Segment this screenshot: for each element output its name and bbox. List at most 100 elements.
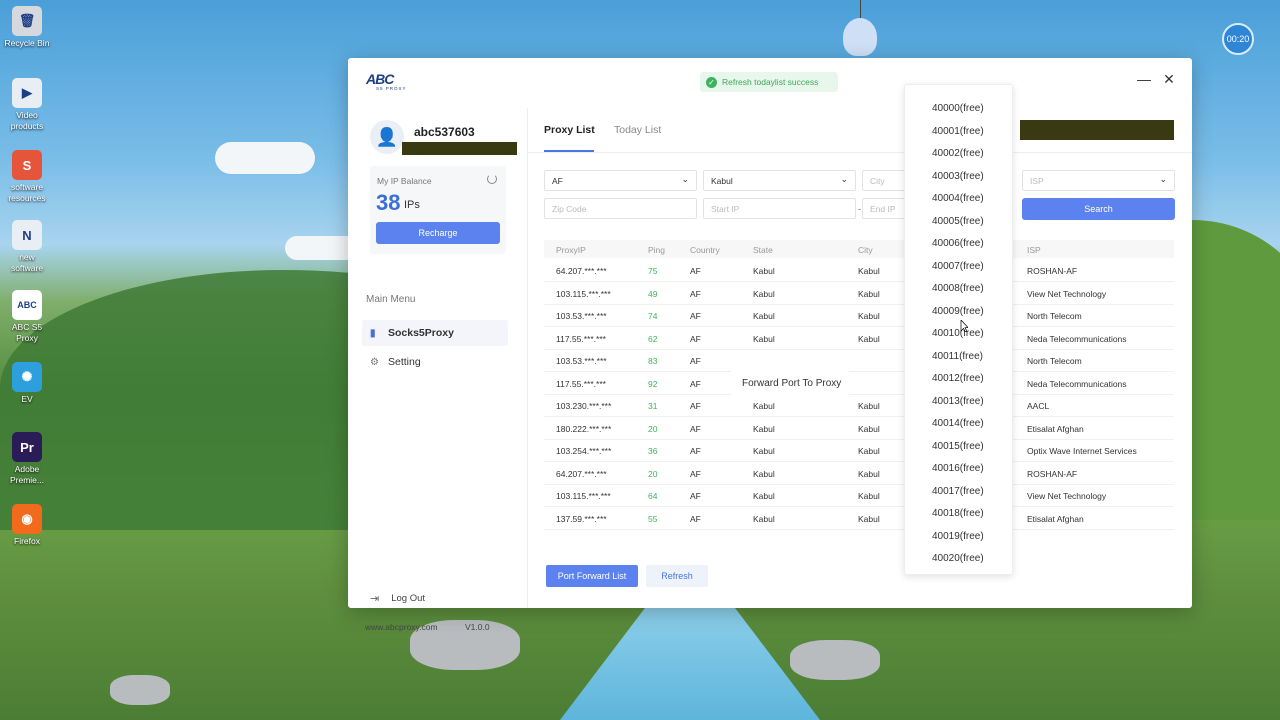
logo-subtext: S5 PROXY bbox=[376, 86, 407, 91]
row-divider bbox=[544, 348, 1174, 350]
table-cell: 103.53.***.*** bbox=[556, 311, 607, 321]
tab-today-list[interactable]: Today List bbox=[614, 124, 661, 136]
port-option[interactable]: 40004(free) bbox=[932, 193, 984, 204]
port-option[interactable]: 40020(free) bbox=[932, 553, 984, 564]
table-cell: Kabul bbox=[753, 288, 775, 299]
port-option[interactable]: 40019(free) bbox=[932, 531, 984, 542]
success-toast: ✓ Refresh todaylist success bbox=[700, 72, 838, 92]
state-value: Kabul bbox=[711, 175, 733, 186]
state-select[interactable]: Kabul ⌄ bbox=[703, 170, 856, 191]
mascot-sticker bbox=[843, 18, 877, 56]
desktop-icon-label: ABC S5 Proxy bbox=[11, 322, 43, 343]
background-rock bbox=[110, 675, 170, 705]
table-cell: ROSHAN-AF bbox=[1027, 468, 1078, 479]
table-cell: Kabul bbox=[858, 468, 880, 479]
search-button[interactable]: Search bbox=[1022, 198, 1175, 220]
table-cell: Neda Telecommunications bbox=[1027, 378, 1127, 389]
country-select[interactable]: AF ⌄ bbox=[544, 170, 697, 191]
username: abc537603 bbox=[414, 125, 475, 139]
port-option[interactable]: 40016(free) bbox=[932, 463, 984, 474]
table-cell: Kabul bbox=[858, 401, 880, 411]
desktop-icon-label: Adobe Premie... bbox=[9, 464, 44, 485]
port-option[interactable]: 40008(free) bbox=[932, 283, 984, 294]
minimize-button[interactable]: — bbox=[1136, 71, 1152, 87]
desktop-icon[interactable]: Pr Adobe Premie... bbox=[2, 432, 52, 486]
row-divider bbox=[544, 438, 1174, 440]
table-cell: 49 bbox=[648, 288, 658, 299]
chevron-down-icon: ⌄ bbox=[840, 174, 848, 184]
table-cell: 83 bbox=[648, 356, 658, 366]
app-icon: S bbox=[12, 150, 42, 180]
table-cell: Kabul bbox=[858, 513, 880, 524]
port-dropdown[interactable]: 40000(free) 40001(free) 40002(free) 40003(f… bbox=[904, 84, 1013, 575]
table-cell: AF bbox=[690, 423, 701, 434]
isp-placeholder: ISP bbox=[1030, 175, 1044, 186]
column-header: Country bbox=[690, 245, 720, 255]
port-option[interactable]: 40009(free) bbox=[932, 306, 984, 317]
port-option[interactable]: 40018(free) bbox=[932, 508, 984, 519]
table-cell: Kabul bbox=[858, 311, 880, 321]
table-cell: 103.254.***.*** bbox=[556, 446, 612, 456]
logout-button[interactable]: ⇥ Log Out bbox=[370, 592, 425, 605]
website-link[interactable]: www.abcproxy.com bbox=[365, 622, 438, 632]
port-option[interactable]: 40000(free) bbox=[932, 103, 984, 114]
port-option[interactable]: 40010(free) bbox=[932, 328, 984, 339]
row-divider bbox=[544, 371, 1174, 372]
table-cell: North Telecom bbox=[1027, 311, 1082, 321]
table-cell: 20 bbox=[648, 423, 658, 434]
table-cell: AF bbox=[690, 468, 701, 479]
desktop-icon[interactable]: ✺ EV bbox=[2, 362, 52, 405]
isp-select[interactable]: ISP ⌄ bbox=[1022, 170, 1175, 191]
desktop-icon[interactable]: Nnew software bbox=[2, 220, 52, 274]
port-forward-list-button[interactable]: Port Forward List bbox=[546, 565, 638, 587]
table-cell: Kabul bbox=[753, 401, 775, 411]
table-cell: Kabul bbox=[858, 333, 880, 344]
port-option[interactable]: 40012(free) bbox=[932, 373, 984, 384]
port-option[interactable]: 40001(free) bbox=[932, 126, 984, 137]
table-cell: 103.53.***.*** bbox=[556, 356, 607, 366]
table-cell: Kabul bbox=[753, 333, 775, 344]
port-option[interactable]: 40007(free) bbox=[932, 261, 984, 272]
table-cell: 64.207.***.*** bbox=[556, 468, 607, 479]
port-option[interactable]: 40003(free) bbox=[932, 171, 984, 182]
sidebar-item-setting[interactable]: ⚙ Setting bbox=[362, 349, 508, 375]
recording-timer[interactable]: 00:20 bbox=[1222, 23, 1254, 55]
table-cell: Optix Wave Internet Services bbox=[1027, 446, 1137, 456]
column-header: ProxyIP bbox=[556, 245, 586, 255]
desktop-icon[interactable]: ◉ Firefox bbox=[2, 504, 52, 547]
end-ip-input[interactable]: End IP bbox=[862, 198, 907, 219]
table-cell: ROSHAN-AF bbox=[1027, 266, 1078, 276]
start-ip-placeholder: Start IP bbox=[711, 203, 740, 214]
close-button[interactable]: ✕ bbox=[1161, 71, 1177, 87]
port-option[interactable]: 40013(free) bbox=[932, 396, 984, 407]
table-cell: Etisalat Afghan bbox=[1027, 423, 1084, 434]
desktop-icon[interactable]: 🗑 Recycle Bin bbox=[2, 6, 52, 49]
port-option[interactable]: 40011(free) bbox=[932, 351, 983, 362]
table-cell: Kabul bbox=[858, 491, 880, 501]
main-menu-heading: Main Menu bbox=[366, 294, 416, 305]
refresh-icon[interactable] bbox=[487, 174, 497, 184]
desktop-icon[interactable]: ▶ Video products bbox=[2, 78, 52, 132]
port-option[interactable]: 40015(free) bbox=[932, 441, 984, 452]
sidebar-item-socks5proxy[interactable]: ▮ Socks5Proxy bbox=[362, 320, 508, 346]
city-select[interactable]: City bbox=[862, 170, 907, 191]
table-cell: 103.115.***.*** bbox=[556, 491, 611, 501]
port-option[interactable]: 40014(free) bbox=[932, 418, 984, 429]
port-option[interactable]: 40002(free) bbox=[932, 148, 984, 159]
port-option[interactable]: 40005(free) bbox=[932, 216, 984, 227]
desktop-icon[interactable]: Ssoftware resources bbox=[2, 150, 52, 204]
end-ip-placeholder: End IP bbox=[870, 203, 896, 214]
port-option[interactable]: 40017(free) bbox=[932, 486, 984, 497]
recharge-button[interactable]: Recharge bbox=[376, 222, 500, 244]
zip-code-input[interactable]: Zip Code bbox=[544, 198, 697, 219]
port-option[interactable]: 40006(free) bbox=[932, 238, 984, 249]
table-cell: 20 bbox=[648, 468, 658, 479]
desktop-icon[interactable]: ABC ABC S5 Proxy bbox=[2, 290, 52, 344]
refresh-button[interactable]: Refresh bbox=[646, 565, 708, 587]
start-ip-input[interactable]: Start IP bbox=[703, 198, 856, 219]
row-divider bbox=[544, 326, 1174, 327]
logout-label: Log Out bbox=[391, 593, 426, 604]
zip-placeholder: Zip Code bbox=[552, 203, 587, 214]
forward-port-to-proxy-menu-item[interactable]: Forward Port To Proxy bbox=[731, 370, 849, 396]
tab-proxy-list[interactable]: Proxy List bbox=[544, 124, 595, 136]
